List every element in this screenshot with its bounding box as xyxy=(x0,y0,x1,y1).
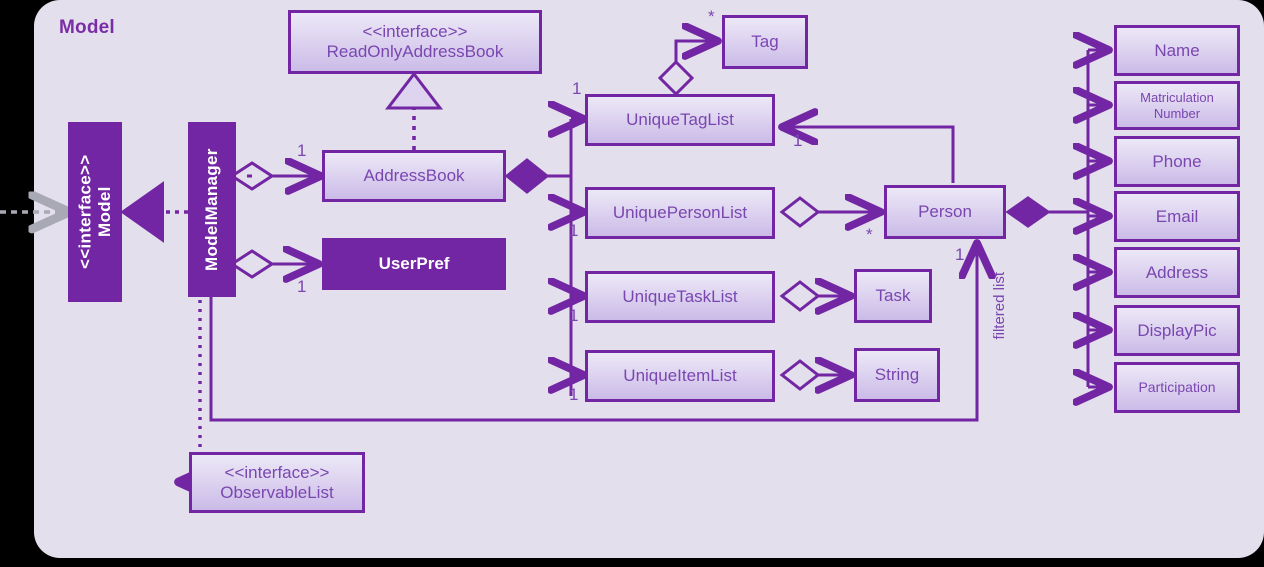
edge-label-filtered-list: filtered list xyxy=(991,272,1008,340)
class-address-book[interactable]: AddressBook xyxy=(322,150,506,202)
multiplicity-model-manager-person: 1 xyxy=(955,245,965,264)
multiplicity-address-book-unique-task-list: 1 xyxy=(569,306,579,325)
class-attribute-participation[interactable]: Participation xyxy=(1114,362,1240,413)
class-read-only-address-book[interactable]: <<interface>> ReadOnlyAddressBook xyxy=(288,10,542,74)
multiplicity-address-book-unique-tag-list: 1 xyxy=(572,79,582,98)
diagram-canvas: Model AddressBook --> UserPref --> xyxy=(0,0,1264,567)
class-unique-person-list[interactable]: UniquePersonList xyxy=(585,187,775,239)
class-tag[interactable]: Tag xyxy=(722,15,808,69)
multiplicity-person-unique-tag-list: 1 xyxy=(793,131,803,150)
class-string[interactable]: String xyxy=(854,348,940,402)
class-model-interface[interactable]: <<interface>> Model xyxy=(68,122,122,302)
multiplicity-unique-person-list-person: * xyxy=(866,225,873,244)
class-attribute-address[interactable]: Address xyxy=(1114,247,1240,298)
class-unique-item-list[interactable]: UniqueItemList xyxy=(585,350,775,402)
class-unique-tag-list[interactable]: UniqueTagList xyxy=(585,94,775,146)
class-attribute-phone[interactable]: Phone xyxy=(1114,136,1240,187)
class-task[interactable]: Task xyxy=(854,269,932,323)
class-attribute-email[interactable]: Email xyxy=(1114,191,1240,242)
class-unique-task-list[interactable]: UniqueTaskList xyxy=(585,271,775,323)
multiplicity-address-book-unique-item-list: 1 xyxy=(569,385,579,404)
multiplicity-unique-tag-list-tag: * xyxy=(708,7,715,26)
class-attribute-name[interactable]: Name xyxy=(1114,25,1240,76)
multiplicity-model-manager-address-book: 1 xyxy=(297,141,307,160)
class-attribute-displaypic[interactable]: DisplayPic xyxy=(1114,305,1240,356)
multiplicity-model-manager-user-pref: 1 xyxy=(297,277,307,296)
class-user-pref[interactable]: UserPref xyxy=(322,238,506,290)
class-observable-list[interactable]: <<interface>> ObservableList xyxy=(189,452,365,513)
class-attribute-matriculation-number[interactable]: Matriculation Number xyxy=(1114,81,1240,130)
page-title: Model xyxy=(59,17,115,38)
class-person[interactable]: Person xyxy=(884,185,1006,239)
multiplicity-address-book-unique-person-list: 1 xyxy=(569,221,579,240)
class-model-manager[interactable]: ModelManager xyxy=(188,122,236,297)
